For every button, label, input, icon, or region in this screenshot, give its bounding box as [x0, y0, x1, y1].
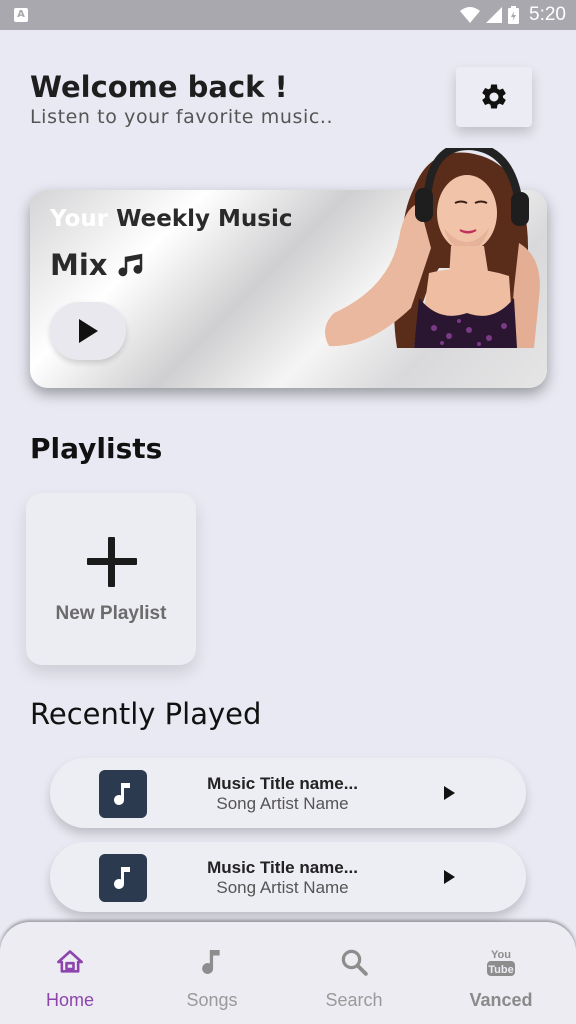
nav-item-search[interactable]: Search — [294, 942, 414, 1018]
nav-label-search: Search — [325, 990, 383, 1010]
youtube-icon-text: Tube — [488, 964, 513, 976]
music-note-icon — [192, 942, 232, 982]
gear-icon — [482, 84, 506, 109]
track-artwork — [99, 854, 147, 902]
weekly-mix-title-rest: Weekly Music — [116, 206, 293, 232]
signal-icon — [486, 7, 503, 23]
nav-item-home[interactable]: Home — [10, 942, 130, 1018]
play-icon[interactable] — [442, 786, 456, 800]
recent-track-row[interactable]: Music Title name... Song Artist Name — [50, 842, 526, 912]
weekly-mix-title: Your Weekly Music — [50, 206, 292, 232]
weekly-mix-subtitle-text: Mix — [50, 248, 108, 282]
welcome-title: Welcome back ! — [30, 70, 288, 104]
settings-button[interactable] — [456, 67, 532, 127]
recently-played-heading: Recently Played — [30, 697, 262, 731]
track-artist: Song Artist Name — [216, 878, 349, 897]
new-playlist-button[interactable]: New Playlist — [26, 493, 196, 665]
youtube-icon: You Tube — [481, 942, 521, 982]
status-icons: 5:20 — [460, 4, 566, 26]
track-title: Music Title name... — [207, 774, 358, 793]
nav-label-home: Home — [45, 990, 94, 1010]
listener-photo — [325, 148, 540, 348]
status-bar: A 5:20 — [0, 0, 576, 30]
recent-track-row[interactable]: Music Title name... Song Artist Name — [50, 758, 526, 828]
clock: 5:20 — [529, 4, 566, 25]
youtube-icon-text: You — [491, 949, 511, 961]
nav-item-songs[interactable]: Songs — [152, 942, 272, 1018]
nav-item-vanced[interactable]: You Tube Vanced — [441, 942, 561, 1018]
nav-label-songs: Songs — [186, 990, 238, 1010]
bottom-navigation: Home Songs Search You Tube Vanced — [0, 922, 576, 1024]
new-playlist-label: New Playlist — [55, 603, 167, 624]
home-icon — [50, 942, 90, 982]
wifi-icon — [460, 7, 481, 23]
battery-icon — [508, 6, 520, 24]
weekly-mix-play-button[interactable] — [50, 302, 126, 360]
music-note-icon — [118, 253, 142, 277]
nav-label-vanced: Vanced — [469, 990, 533, 1010]
music-note-icon — [114, 867, 130, 889]
track-title: Music Title name... — [207, 858, 358, 877]
playlists-heading: Playlists — [30, 432, 163, 465]
plus-icon — [87, 537, 137, 587]
app-notification-icon: A — [14, 8, 28, 22]
play-icon — [79, 319, 98, 343]
weekly-mix-title-word: Your — [50, 206, 109, 232]
welcome-subtitle: Listen to your favorite music.. — [30, 106, 334, 128]
track-artwork — [99, 770, 147, 818]
play-icon[interactable] — [442, 870, 456, 884]
weekly-mix-card[interactable]: Your Weekly Music Mix — [30, 148, 547, 388]
music-note-icon — [114, 783, 130, 805]
search-icon — [334, 942, 374, 982]
weekly-mix-subtitle: Mix — [50, 248, 146, 282]
track-artist: Song Artist Name — [216, 794, 349, 813]
